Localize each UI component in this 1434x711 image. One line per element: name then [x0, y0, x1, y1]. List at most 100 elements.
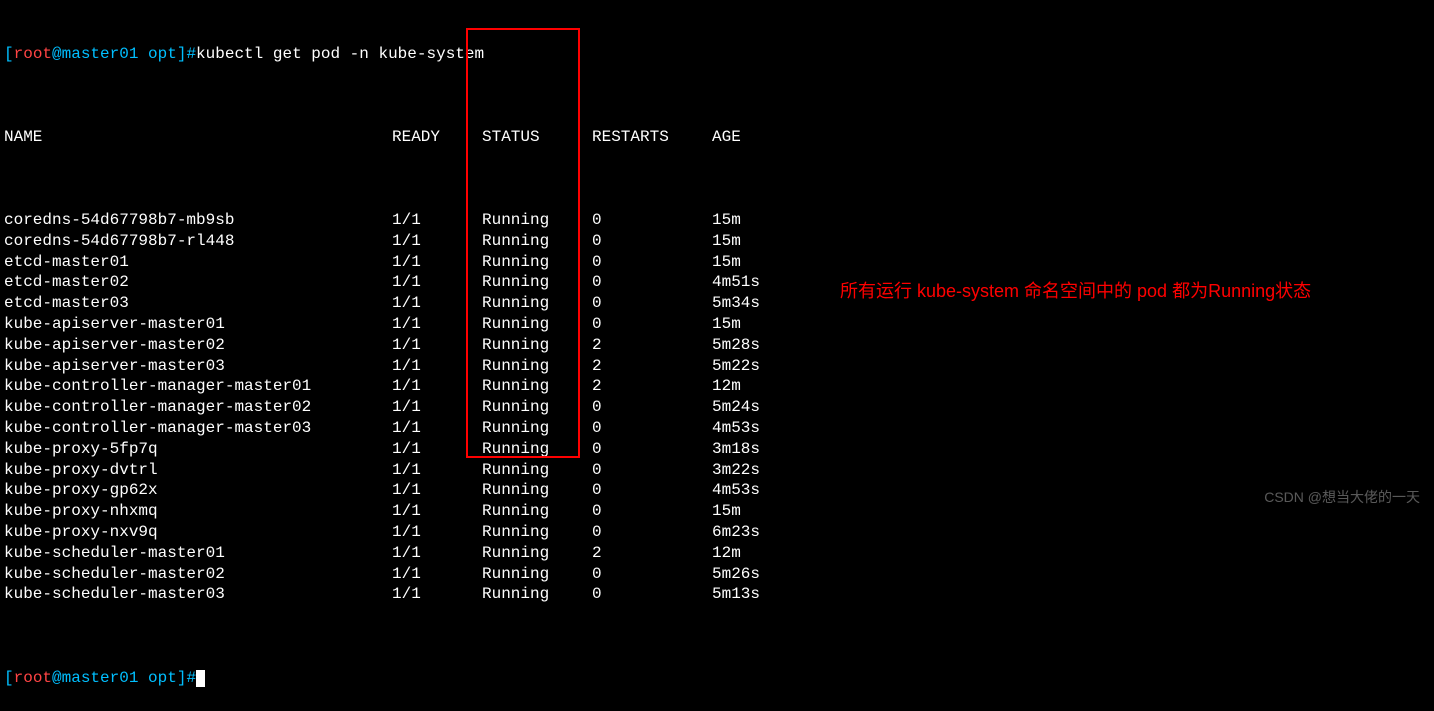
cell-name: kube-scheduler-master02	[4, 564, 392, 585]
cell-restarts: 0	[592, 460, 712, 481]
cell-name: coredns-54d67798b7-mb9sb	[4, 210, 392, 231]
table-row: kube-scheduler-master011/1Running212m	[4, 543, 1430, 564]
cell-age: 5m28s	[712, 335, 792, 356]
cell-name: kube-proxy-5fp7q	[4, 439, 392, 460]
cell-status: Running	[482, 210, 592, 231]
cell-age: 4m53s	[712, 418, 792, 439]
cell-ready: 1/1	[392, 231, 482, 252]
prompt-line-1: [root@master01 opt]#kubectl get pod -n k…	[4, 44, 1430, 65]
annotation-text: 所有运行 kube-system 命名空间中的 pod 都为Running状态	[840, 278, 1400, 305]
cell-restarts: 0	[592, 584, 712, 605]
terminal-window[interactable]: [root@master01 opt]#kubectl get pod -n k…	[0, 0, 1434, 711]
cell-age: 5m24s	[712, 397, 792, 418]
table-row: kube-proxy-nxv9q1/1Running06m23s	[4, 522, 1430, 543]
table-row: kube-apiserver-master031/1Running25m22s	[4, 356, 1430, 377]
cell-status: Running	[482, 293, 592, 314]
cell-restarts: 0	[592, 252, 712, 273]
table-row: kube-scheduler-master021/1Running05m26s	[4, 564, 1430, 585]
cell-name: kube-controller-manager-master01	[4, 376, 392, 397]
table-row: coredns-54d67798b7-mb9sb1/1Running015m	[4, 210, 1430, 231]
cursor-icon	[196, 670, 205, 687]
cell-status: Running	[482, 231, 592, 252]
cell-age: 12m	[712, 543, 792, 564]
table-row: kube-controller-manager-master011/1Runni…	[4, 376, 1430, 397]
cell-ready: 1/1	[392, 480, 482, 501]
cell-age: 6m23s	[712, 522, 792, 543]
cell-status: Running	[482, 418, 592, 439]
cell-restarts: 0	[592, 439, 712, 460]
cell-ready: 1/1	[392, 356, 482, 377]
cell-restarts: 2	[592, 335, 712, 356]
cell-status: Running	[482, 584, 592, 605]
cell-status: Running	[482, 376, 592, 397]
cell-name: kube-apiserver-master03	[4, 356, 392, 377]
cell-age: 4m53s	[712, 480, 792, 501]
cell-name: kube-controller-manager-master03	[4, 418, 392, 439]
cell-name: kube-proxy-dvtrl	[4, 460, 392, 481]
cell-age: 12m	[712, 376, 792, 397]
cell-name: kube-proxy-gp62x	[4, 480, 392, 501]
cell-ready: 1/1	[392, 543, 482, 564]
header-status: STATUS	[482, 127, 592, 148]
cell-status: Running	[482, 439, 592, 460]
cell-restarts: 0	[592, 272, 712, 293]
cell-restarts: 0	[592, 522, 712, 543]
cell-ready: 1/1	[392, 418, 482, 439]
cell-restarts: 0	[592, 293, 712, 314]
watermark-text: CSDN @想当大佬的一天	[1264, 488, 1420, 506]
cell-ready: 1/1	[392, 252, 482, 273]
header-name: NAME	[4, 127, 392, 148]
cell-age: 15m	[712, 231, 792, 252]
cell-restarts: 0	[592, 314, 712, 335]
cell-status: Running	[482, 564, 592, 585]
cell-status: Running	[482, 314, 592, 335]
cell-ready: 1/1	[392, 564, 482, 585]
cell-ready: 1/1	[392, 584, 482, 605]
cell-name: etcd-master01	[4, 252, 392, 273]
table-row: kube-apiserver-master021/1Running25m28s	[4, 335, 1430, 356]
cell-ready: 1/1	[392, 272, 482, 293]
cell-name: etcd-master03	[4, 293, 392, 314]
table-header: NAMEREADYSTATUSRESTARTSAGE	[4, 127, 1430, 148]
cell-age: 5m34s	[712, 293, 792, 314]
table-row: etcd-master011/1Running015m	[4, 252, 1430, 273]
cell-restarts: 0	[592, 231, 712, 252]
cell-ready: 1/1	[392, 210, 482, 231]
cell-name: etcd-master02	[4, 272, 392, 293]
cell-restarts: 2	[592, 376, 712, 397]
cell-age: 15m	[712, 210, 792, 231]
cell-status: Running	[482, 543, 592, 564]
header-age: AGE	[712, 127, 792, 148]
cell-name: kube-controller-manager-master02	[4, 397, 392, 418]
cell-age: 3m22s	[712, 460, 792, 481]
table-row: kube-proxy-5fp7q1/1Running03m18s	[4, 439, 1430, 460]
cell-status: Running	[482, 460, 592, 481]
cell-status: Running	[482, 480, 592, 501]
cell-ready: 1/1	[392, 335, 482, 356]
cell-restarts: 0	[592, 397, 712, 418]
cell-ready: 1/1	[392, 376, 482, 397]
cell-ready: 1/1	[392, 439, 482, 460]
table-row: kube-controller-manager-master021/1Runni…	[4, 397, 1430, 418]
cell-status: Running	[482, 252, 592, 273]
cell-status: Running	[482, 397, 592, 418]
cell-age: 4m51s	[712, 272, 792, 293]
table-row: kube-controller-manager-master031/1Runni…	[4, 418, 1430, 439]
cell-status: Running	[482, 272, 592, 293]
cell-restarts: 2	[592, 543, 712, 564]
cell-name: coredns-54d67798b7-rl448	[4, 231, 392, 252]
header-ready: READY	[392, 127, 482, 148]
cell-name: kube-apiserver-master02	[4, 335, 392, 356]
cell-ready: 1/1	[392, 460, 482, 481]
table-row: kube-proxy-dvtrl1/1Running03m22s	[4, 460, 1430, 481]
cell-name: kube-scheduler-master01	[4, 543, 392, 564]
cell-restarts: 0	[592, 418, 712, 439]
command-text: kubectl get pod -n kube-system	[196, 45, 484, 63]
table-row: kube-apiserver-master011/1Running015m	[4, 314, 1430, 335]
cell-name: kube-proxy-nxv9q	[4, 522, 392, 543]
table-body: coredns-54d67798b7-mb9sb1/1Running015mco…	[4, 210, 1430, 605]
cell-age: 5m26s	[712, 564, 792, 585]
cell-name: kube-scheduler-master03	[4, 584, 392, 605]
cell-age: 15m	[712, 314, 792, 335]
cell-ready: 1/1	[392, 314, 482, 335]
